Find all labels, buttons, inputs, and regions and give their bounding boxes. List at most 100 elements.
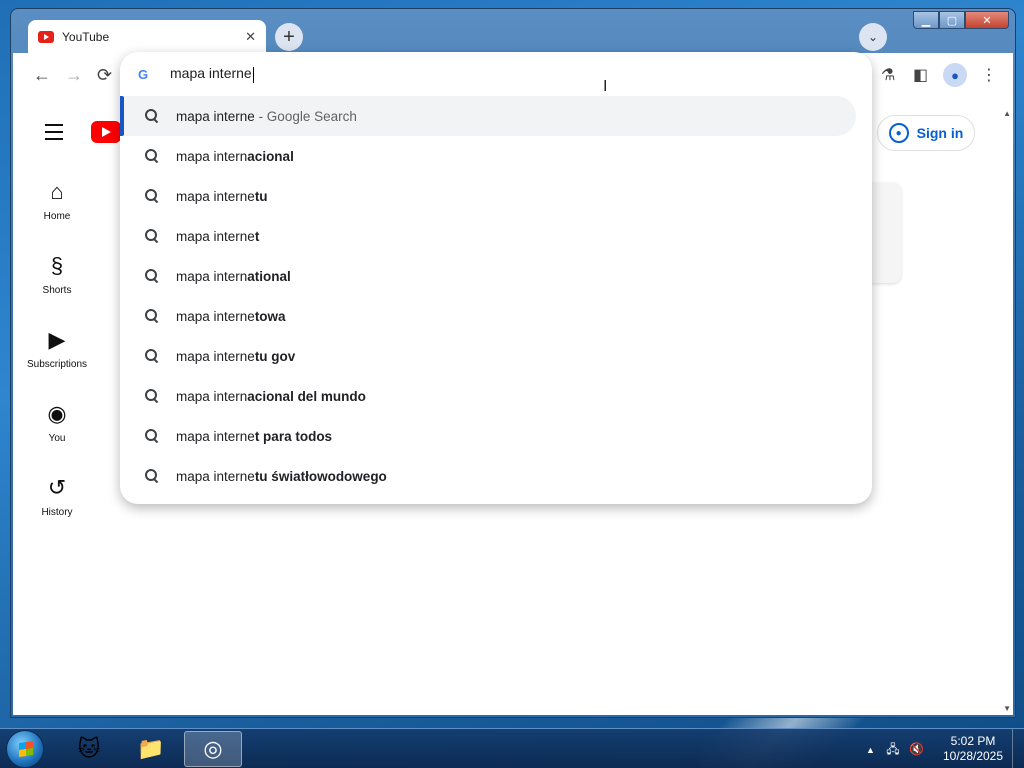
suggestion-item[interactable]: mapa internet xyxy=(120,216,856,256)
sidebar-item-label: Subscriptions xyxy=(26,359,88,370)
scroll-down-arrow-icon[interactable]: ▼ xyxy=(1003,704,1011,713)
suggestion-text: mapa intern xyxy=(176,388,248,404)
taskbar: 🐱 📁 ◎ ▲ 🖧 🔇 5:02 PM 10/28/2025 xyxy=(0,728,1024,768)
windows-logo-icon xyxy=(19,741,33,757)
suggestion-completion: t para todos xyxy=(254,428,333,444)
suggestion-item[interactable]: mapa international xyxy=(120,256,856,296)
suggestion-text: mapa interne xyxy=(176,428,255,444)
cat-app-icon: 🐱 xyxy=(77,736,101,761)
suggestion-text: mapa interne xyxy=(176,348,255,364)
sidebar-item-subscriptions[interactable]: ▶ Subscriptions xyxy=(17,327,97,370)
new-tab-button[interactable]: + xyxy=(275,23,303,51)
search-icon xyxy=(144,348,160,364)
search-icon xyxy=(144,228,160,244)
suggestion-text: mapa intern xyxy=(176,148,248,164)
start-button[interactable] xyxy=(6,730,44,768)
suggestion-item[interactable]: mapa internacional del mundo xyxy=(120,376,856,416)
suggestion-item[interactable]: mapa internetu xyxy=(120,176,856,216)
suggestion-item[interactable]: mapa internet para todos xyxy=(120,416,856,456)
sign-in-label: Sign in xyxy=(916,125,964,141)
suggestion-text: mapa intern xyxy=(176,268,248,284)
suggestion-completion: acional xyxy=(247,148,294,164)
address-bar-text: mapa interne xyxy=(170,65,252,82)
subscriptions-icon: ▶ xyxy=(48,327,66,352)
suggestion-text: mapa interne xyxy=(176,308,255,324)
browser-menu-icon[interactable]: ⋮ xyxy=(981,65,997,85)
suggestion-text: mapa interne xyxy=(176,228,255,244)
chrome-icon: ◎ xyxy=(203,736,223,761)
search-icon xyxy=(144,468,160,484)
taskbar-app-chrome[interactable]: ◎ xyxy=(184,731,242,767)
scroll-up-arrow-icon[interactable]: ▲ xyxy=(1003,109,1011,118)
suggestion-completion: tu xyxy=(254,188,268,204)
show-desktop-button[interactable] xyxy=(1012,729,1024,768)
tab-youtube[interactable]: YouTube ✕ xyxy=(28,20,266,54)
hamburger-menu-icon[interactable] xyxy=(45,124,63,145)
search-icon xyxy=(144,268,160,284)
suggestion-item[interactable]: mapa internetowa xyxy=(120,296,856,336)
search-icon xyxy=(144,308,160,324)
sidebar-item-label: You xyxy=(48,433,66,444)
suggestion-item[interactable]: mapa internetu gov xyxy=(120,336,856,376)
clock-time: 5:02 PM xyxy=(950,734,996,748)
account-icon: ● xyxy=(888,123,909,143)
sidebar-item-shorts[interactable]: § Shorts xyxy=(17,253,97,296)
sidebar-item-label: History xyxy=(41,507,73,518)
search-icon xyxy=(144,188,160,204)
suggestion-item[interactable]: mapa interne - Google Search xyxy=(120,96,856,136)
suggestion-item[interactable]: mapa internacional xyxy=(120,136,856,176)
taskbar-clock[interactable]: 5:02 PM 10/28/2025 xyxy=(938,734,1008,764)
address-bar-input[interactable]: G mapa interne xyxy=(120,52,872,96)
suggestion-completion: t xyxy=(254,228,260,244)
tab-search-button[interactable]: ⌄ xyxy=(859,23,887,51)
taskbar-app-explorer[interactable]: 📁 xyxy=(122,731,180,767)
sidebar-item-history[interactable]: ↺ History xyxy=(17,475,97,518)
volume-muted-icon[interactable]: 🔇 xyxy=(909,742,924,756)
minimize-button[interactable]: ▁ xyxy=(913,11,939,29)
maximize-button[interactable]: ▢ xyxy=(939,11,965,29)
sign-in-button[interactable]: ● Sign in xyxy=(877,115,975,151)
tray-overflow-icon[interactable]: ▲ xyxy=(866,745,875,755)
suggestion-completion: towa xyxy=(254,308,286,324)
suggestion-item[interactable]: mapa internetu światłowodowego xyxy=(120,456,856,496)
suggestion-text: mapa interne xyxy=(176,468,255,484)
browser-titlebar[interactable]: YouTube ✕ + ⌄ ▁ ▢ ✕ xyxy=(11,9,1015,54)
youtube-logo[interactable] xyxy=(91,121,121,143)
window-controls: ▁ ▢ ✕ xyxy=(913,11,1009,29)
suggestion-completion: ational xyxy=(247,268,291,284)
side-panel-icon[interactable]: ◧ xyxy=(913,65,928,85)
suggestion-text: mapa interne xyxy=(176,108,255,124)
network-icon[interactable]: 🖧 xyxy=(886,742,899,756)
close-window-button[interactable]: ✕ xyxy=(965,11,1009,29)
taskbar-app-cat[interactable]: 🐱 xyxy=(60,731,118,767)
shorts-icon: § xyxy=(50,253,64,278)
search-icon xyxy=(144,388,160,404)
sidebar-item-label: Shorts xyxy=(42,285,72,296)
sidebar-item-you[interactable]: ◉ You xyxy=(17,401,97,444)
suggestion-text: mapa interne xyxy=(176,188,255,204)
home-icon: ⌂ xyxy=(50,179,64,204)
sidebar-item-label: Home xyxy=(43,211,71,222)
forward-button[interactable]: → xyxy=(65,65,83,86)
sidebar-item-home[interactable]: ⌂ Home xyxy=(17,179,97,222)
suggestion-completion: tu gov xyxy=(254,348,296,364)
content-card-edge xyxy=(871,183,901,283)
search-icon xyxy=(144,108,160,124)
history-icon: ↺ xyxy=(47,475,67,500)
search-icon xyxy=(144,148,160,164)
tab-close-icon[interactable]: ✕ xyxy=(245,29,256,45)
file-explorer-icon: 📁 xyxy=(137,736,165,761)
reload-button[interactable]: ⟳ xyxy=(97,65,112,86)
labs-icon[interactable]: ⚗ xyxy=(881,65,895,85)
text-caret xyxy=(252,66,254,83)
search-icon xyxy=(144,428,160,444)
tab-title: YouTube xyxy=(62,30,110,44)
youtube-favicon-icon xyxy=(38,31,54,43)
profile-avatar-icon[interactable]: ● xyxy=(943,63,967,87)
omnibox-dropdown: G mapa interne mapa interne - Google Sea… xyxy=(120,52,872,504)
i-beam-cursor-icon: I xyxy=(603,78,608,95)
selection-indicator xyxy=(120,96,124,136)
back-button[interactable]: ← xyxy=(33,65,51,86)
clock-date: 10/28/2025 xyxy=(942,749,1004,763)
suggestion-completion: tu światłowodowego xyxy=(254,468,387,484)
